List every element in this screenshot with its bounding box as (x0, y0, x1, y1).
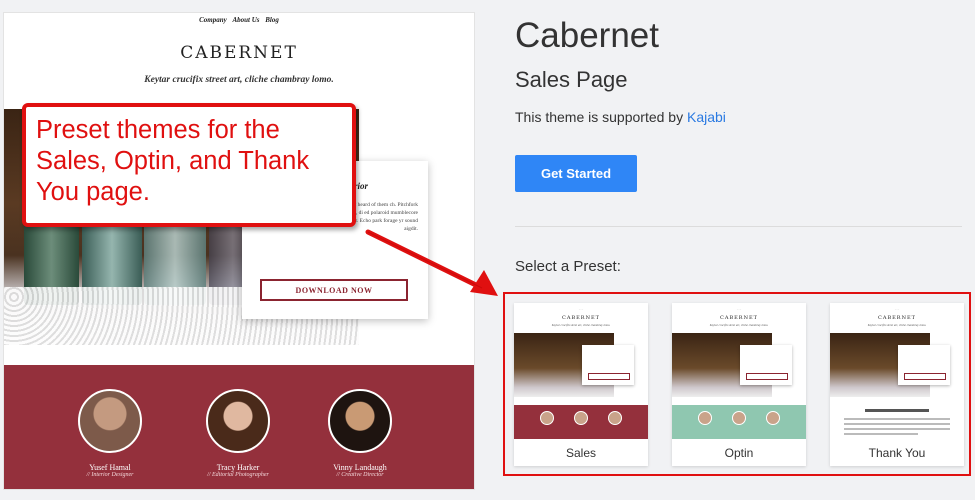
mini-avatar (608, 411, 622, 425)
preview-nav-company: Company (199, 16, 227, 24)
card-heading: rior (353, 181, 368, 191)
preset-thank-you[interactable]: · · · CABERNET Keytar crucifix street ar… (830, 303, 964, 466)
member-role: // Interior Designer (86, 472, 134, 478)
preset-label: Optin (724, 446, 754, 460)
preset-label: Sales (565, 446, 597, 460)
preset-sales[interactable]: · · · CABERNET Keytar crucifix street ar… (514, 303, 648, 466)
preview-nav-about: About Us (232, 16, 260, 24)
team-member: Yusef Hamal // Interior Designer (50, 389, 170, 478)
mini-card (582, 345, 634, 385)
preset-grid: · · · CABERNET Keytar crucifix street ar… (503, 292, 971, 476)
team-member: Tracy Harker // Editorial Photographer (178, 389, 298, 478)
divider (515, 226, 962, 227)
support-prefix: This theme is supported by (515, 109, 687, 125)
mini-tagline: Keytar crucifix street art, cliche chamb… (867, 323, 927, 327)
member-name: Vinny Landaugh (333, 463, 387, 472)
mini-text-head (865, 409, 929, 412)
mini-avatar (574, 411, 588, 425)
mini-avatar (766, 411, 780, 425)
mini-brand: CABERNET (562, 315, 600, 321)
mini-text-line (844, 428, 950, 430)
mini-team-band (514, 405, 648, 439)
select-preset-label: Select a Preset: (515, 258, 621, 275)
preview-brand: CABERNET (180, 43, 298, 63)
avatar (78, 389, 142, 453)
preset-label: Thank You (868, 446, 926, 460)
mini-nav: · · · (578, 307, 584, 311)
mini-avatar (732, 411, 746, 425)
avatar (328, 389, 392, 453)
mini-nav: · · · (894, 307, 900, 311)
mini-avatar (540, 411, 554, 425)
download-now-button: DOWNLOAD NOW (260, 279, 408, 301)
mini-nav: · · · (736, 307, 742, 311)
preview-tagline: Keytar crucifix street art, cliche chamb… (144, 75, 334, 85)
team-member: Vinny Landaugh // Creative Director (300, 389, 420, 478)
support-line: This theme is supported by Kajabi (515, 109, 726, 125)
mini-card (898, 345, 950, 385)
member-role: // Editorial Photographer (207, 472, 269, 478)
preview-nav: Company About Us Blog (4, 16, 474, 24)
mini-text-block (844, 409, 950, 438)
mini-tagline: Keytar crucifix street art, cliche chamb… (709, 323, 769, 327)
preset-optin[interactable]: · · · CABERNET Keytar crucifix street ar… (672, 303, 806, 466)
mini-text-line (844, 423, 950, 425)
member-name: Tracy Harker (216, 463, 260, 472)
preview-team-band: Yusef Hamal // Interior Designer Tracy H… (4, 365, 474, 489)
theme-title: Cabernet (515, 16, 659, 55)
mini-brand: CABERNET (720, 315, 758, 321)
get-started-button[interactable]: Get Started (515, 155, 637, 192)
mini-tagline: Keytar crucifix street art, cliche chamb… (551, 323, 611, 327)
member-name: Yusef Hamal (89, 463, 131, 472)
mini-team-band (672, 405, 806, 439)
annotation-callout: Preset themes for the Sales, Optin, and … (22, 103, 356, 227)
mini-avatar (698, 411, 712, 425)
theme-preview: Company About Us Blog CABERNET Keytar cr… (3, 12, 475, 490)
preview-nav-blog: Blog (265, 16, 279, 24)
avatar (206, 389, 270, 453)
mini-text-line (844, 418, 950, 420)
mini-brand: CABERNET (878, 315, 916, 321)
theme-subtitle: Sales Page (515, 67, 628, 92)
kajabi-link[interactable]: Kajabi (687, 109, 726, 125)
member-role: // Creative Director (336, 472, 384, 478)
mini-text-line (844, 433, 919, 435)
mini-card (740, 345, 792, 385)
